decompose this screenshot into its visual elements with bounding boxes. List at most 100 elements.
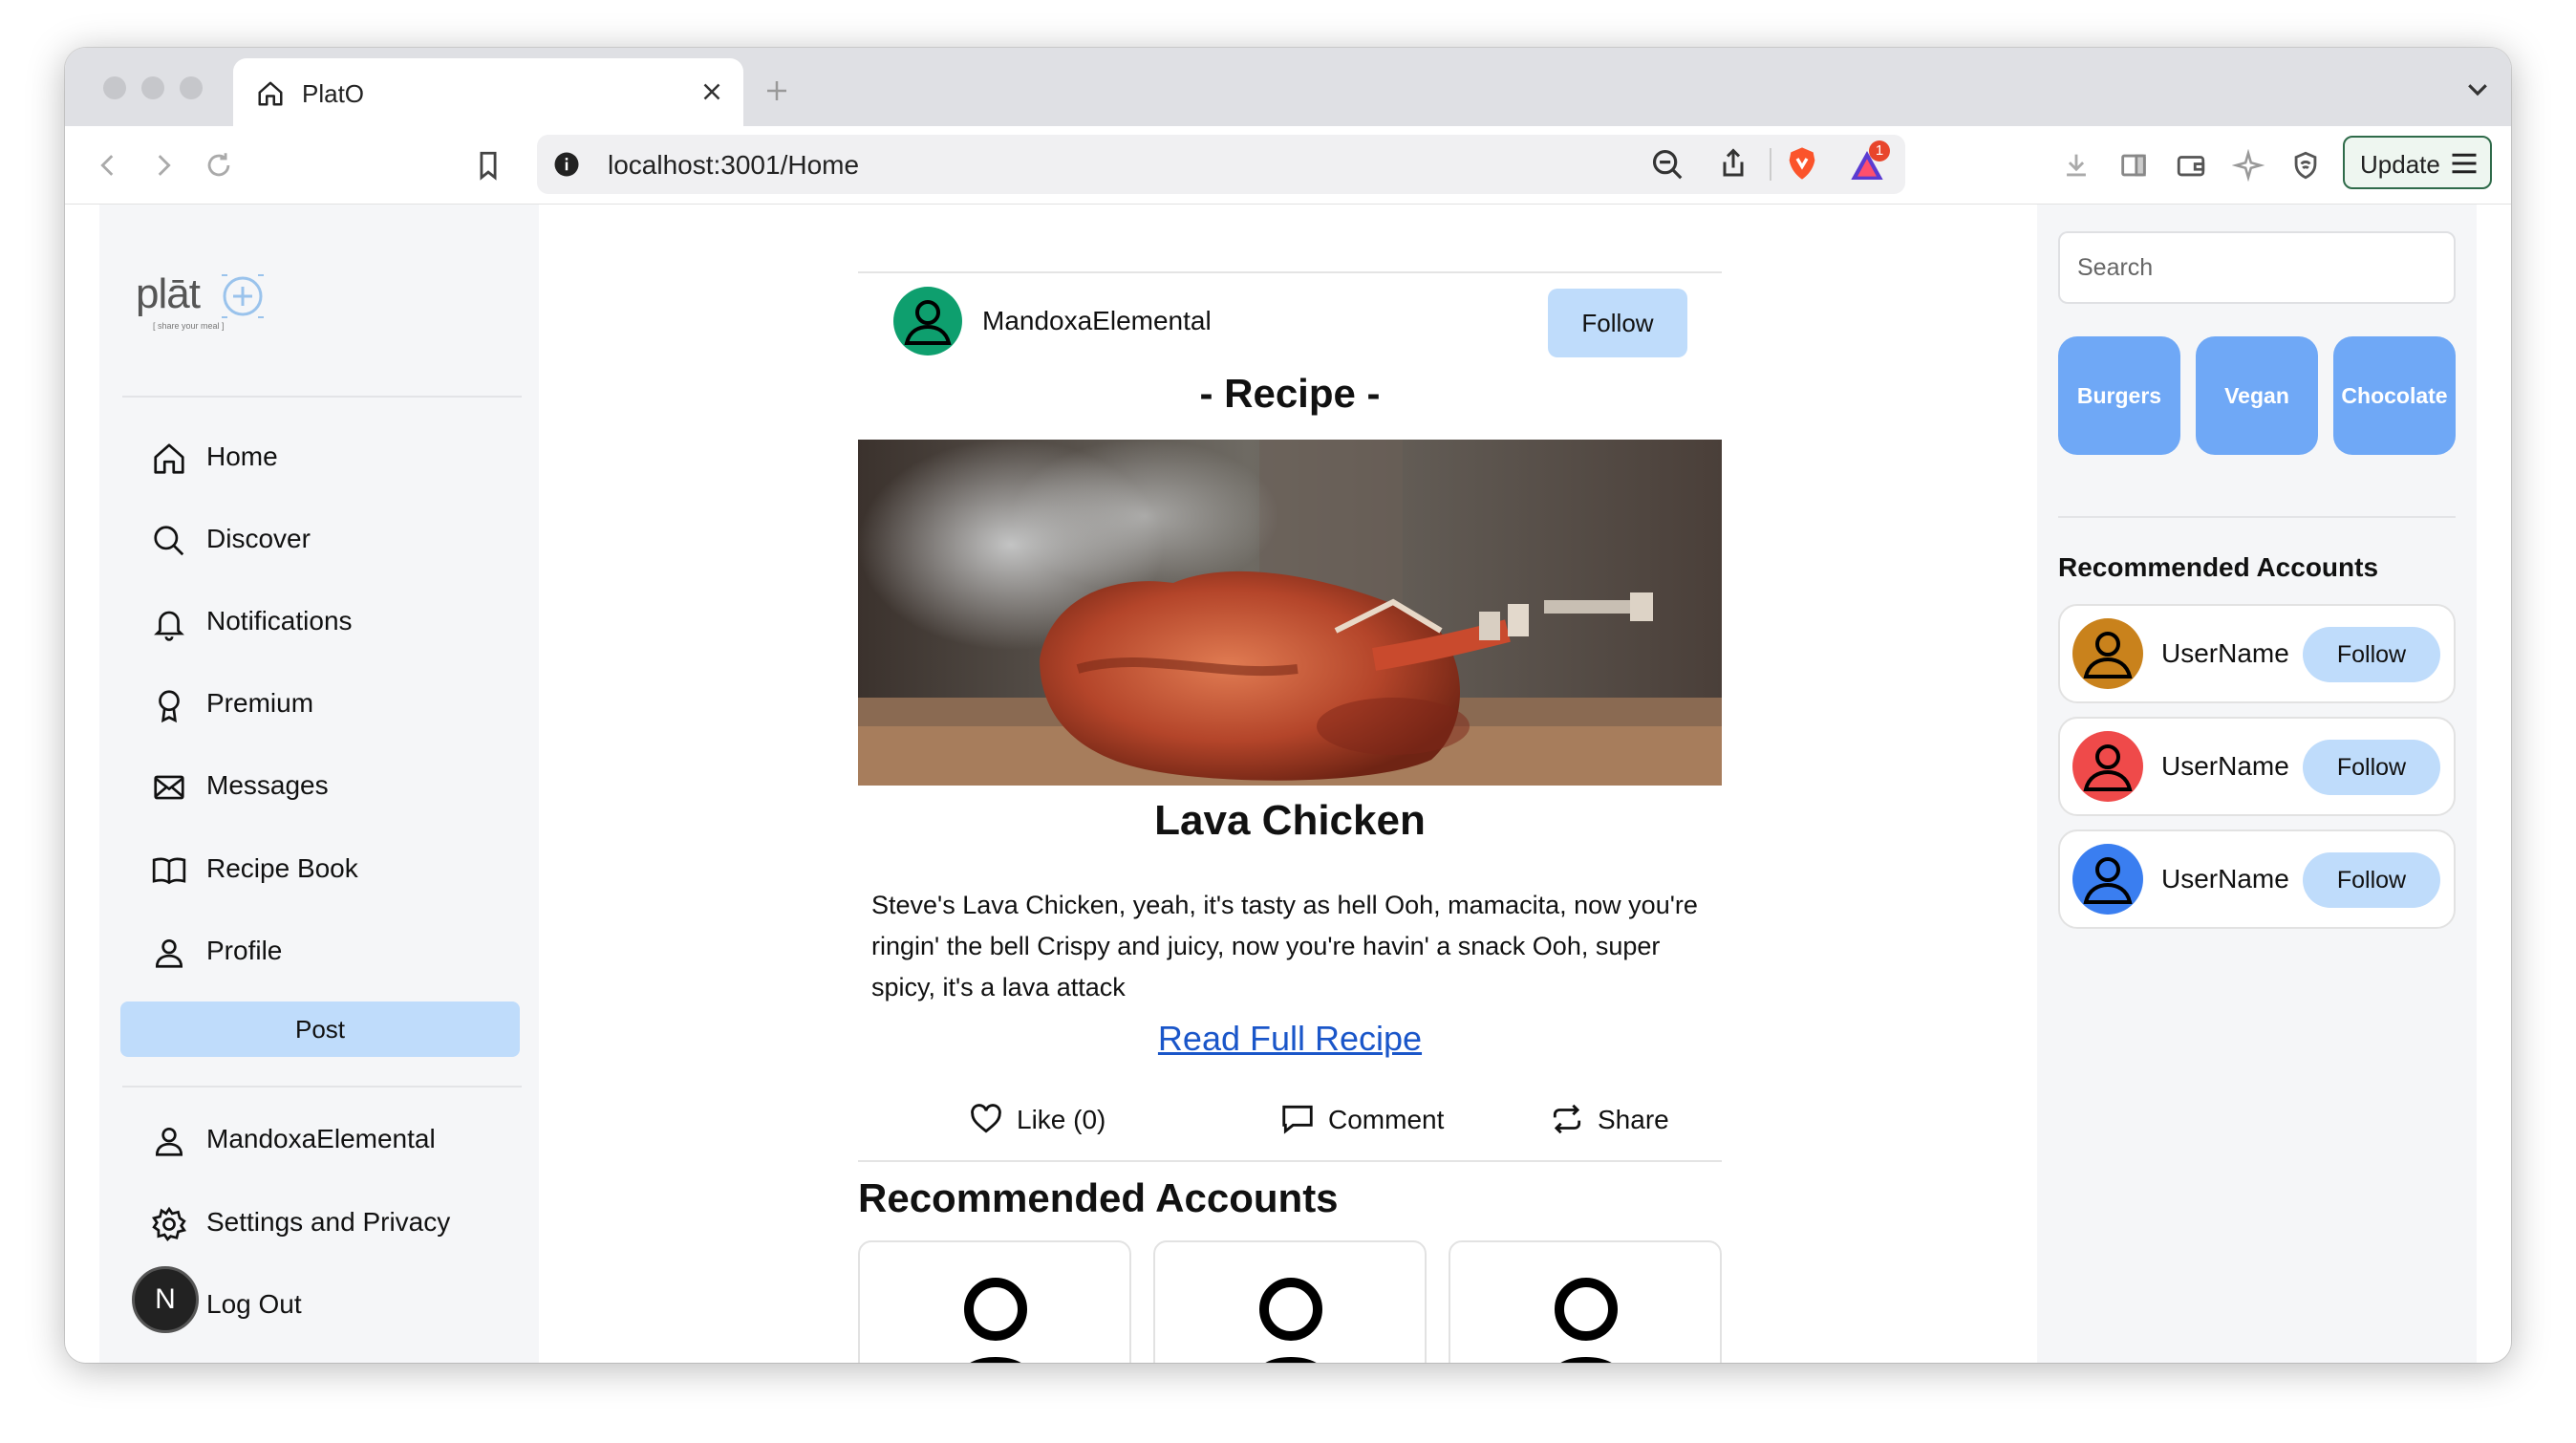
dev-tools-badge[interactable]: N (132, 1266, 199, 1333)
sidebar-item-label: Premium (206, 688, 314, 718)
post-author-username[interactable]: MandoxaElemental (982, 306, 1212, 336)
user-avatar-icon (964, 1278, 1027, 1363)
recipe-section-heading: - Recipe - (1199, 371, 1381, 416)
post-top-divider (858, 271, 1722, 273)
recommended-account-item[interactable]: UserName Follow (2058, 604, 2456, 703)
home-icon (258, 81, 283, 106)
account-name[interactable]: UserName (2161, 638, 2289, 669)
comment-icon (1282, 1105, 1313, 1134)
sidebar-toggle-icon[interactable] (2117, 149, 2150, 182)
bell-icon (154, 611, 184, 641)
share-icon[interactable] (1716, 146, 1750, 181)
sidebar-item-logout[interactable]: Log Out (151, 1274, 514, 1331)
back-arrow-icon[interactable] (92, 149, 124, 182)
sidebar-item-label: Log Out (206, 1289, 302, 1319)
maximize-window-button[interactable] (180, 76, 203, 99)
sidebar-item-label: Messages (206, 770, 329, 800)
reload-icon[interactable] (203, 149, 235, 182)
left-sidebar: plāt [ share your meal ] Home Discover N… (99, 205, 539, 1363)
follow-button[interactable]: Follow (1548, 289, 1687, 357)
address-bar[interactable]: localhost:3001/Home 1 (537, 135, 1905, 194)
search-input[interactable] (2058, 231, 2456, 304)
main-feed: MandoxaElemental Follow - Recipe - Lava … (858, 205, 1722, 1363)
page-content: plāt [ share your meal ] Home Discover N… (65, 205, 2511, 1363)
browser-window: PlatO localhost:3001/Home 1 Update plāt … (65, 48, 2511, 1363)
recommended-accounts-heading: Recommended Accounts (2058, 552, 2379, 582)
right-sidebar-divider (2058, 516, 2456, 518)
sidebar-item-premium[interactable]: Premium (151, 673, 514, 730)
sidebar-item-settings[interactable]: Settings and Privacy (151, 1192, 514, 1249)
recommended-accounts-heading: Recommended Accounts (858, 1175, 1339, 1220)
toolbar-separator (1770, 148, 1771, 181)
chevron-down-icon[interactable] (2463, 75, 2492, 103)
download-icon[interactable] (2060, 149, 2093, 182)
vpn-shield-icon[interactable] (2289, 149, 2322, 182)
user-icon (155, 938, 183, 968)
repost-icon (1553, 1104, 1581, 1134)
award-icon (159, 690, 180, 723)
share-label: Share (1598, 1105, 1669, 1134)
url-text[interactable]: localhost:3001/Home (608, 150, 859, 181)
like-label: Like (0) (1017, 1105, 1106, 1134)
wallet-icon[interactable] (2175, 149, 2207, 182)
follow-button[interactable]: Follow (2303, 740, 2440, 795)
sidebar-item-label: Home (206, 442, 278, 471)
book-icon (152, 857, 186, 885)
svg-text:plāt: plāt (136, 270, 201, 317)
brave-shield-icon[interactable] (1783, 144, 1821, 183)
sidebar-item-messages[interactable]: Messages (151, 755, 514, 812)
sidebar-account-item[interactable]: MandoxaElemental (151, 1109, 514, 1166)
mail-icon (154, 775, 184, 800)
account-name[interactable]: UserName (2161, 751, 2289, 782)
browser-tab-active[interactable]: PlatO (233, 58, 743, 126)
gear-icon (151, 1206, 187, 1241)
search-icon (154, 526, 184, 556)
recommended-account-item[interactable]: UserName Follow (2058, 829, 2456, 929)
post-bottom-divider (858, 1160, 1722, 1162)
recommended-account-card[interactable] (1153, 1240, 1427, 1363)
browser-toolbar: localhost:3001/Home 1 Update (65, 126, 2511, 205)
zoom-out-icon[interactable] (1649, 146, 1685, 183)
read-full-recipe-label[interactable]: Read Full Recipe (1158, 1019, 1422, 1058)
recommended-account-card[interactable] (858, 1240, 1131, 1363)
tag-chip-burgers[interactable]: Burgers (2058, 336, 2180, 455)
tag-chip-chocolate[interactable]: Chocolate (2333, 336, 2456, 455)
sidebar-item-discover[interactable]: Discover (151, 508, 514, 566)
lava-chicken-image (858, 440, 1722, 786)
close-icon[interactable] (698, 77, 726, 106)
follow-button[interactable]: Follow (2303, 852, 2440, 908)
read-full-recipe-link[interactable]: Read Full Recipe (858, 1019, 1722, 1059)
sidebar-item-home[interactable]: Home (151, 426, 514, 484)
avatar (2072, 844, 2143, 915)
recipe-title: Lava Chicken (1154, 797, 1426, 844)
new-tab-plus-icon[interactable] (762, 76, 791, 105)
user-avatar-icon (1259, 1278, 1322, 1363)
account-name[interactable]: UserName (2161, 864, 2289, 894)
recommended-account-card[interactable] (1449, 1240, 1722, 1363)
follow-button[interactable]: Follow (2303, 627, 2440, 682)
recipe-photo[interactable] (858, 440, 1722, 786)
sidebar-item-label: Discover (206, 524, 311, 553)
sidebar-item-label: Recipe Book (206, 853, 358, 883)
bookmark-icon[interactable] (472, 149, 504, 182)
sidebar-item-label: Settings and Privacy (206, 1207, 451, 1237)
forward-arrow-icon[interactable] (147, 149, 180, 182)
close-window-button[interactable] (103, 76, 126, 99)
update-button[interactable]: Update (2343, 136, 2492, 189)
sidebar-divider-top (122, 396, 522, 398)
minimize-window-button[interactable] (141, 76, 164, 99)
sidebar-item-profile[interactable]: Profile (151, 920, 514, 978)
hamburger-menu-icon (2452, 153, 2477, 174)
sidebar-item-notifications[interactable]: Notifications (151, 591, 514, 648)
leo-ai-icon[interactable] (2232, 149, 2265, 182)
plato-logo[interactable]: plāt [ share your meal ] (136, 266, 279, 338)
recommended-account-item[interactable]: UserName Follow (2058, 717, 2456, 816)
sidebar-item-label: Notifications (206, 606, 353, 635)
rewards-badge: 1 (1869, 140, 1890, 162)
sidebar-item-recipe-book[interactable]: Recipe Book (151, 838, 514, 895)
heart-icon (971, 1104, 1001, 1133)
tag-chip-vegan[interactable]: Vegan (2196, 336, 2318, 455)
avatar[interactable] (892, 286, 963, 356)
post-button[interactable]: Post (120, 1001, 520, 1057)
info-icon[interactable] (552, 150, 581, 179)
